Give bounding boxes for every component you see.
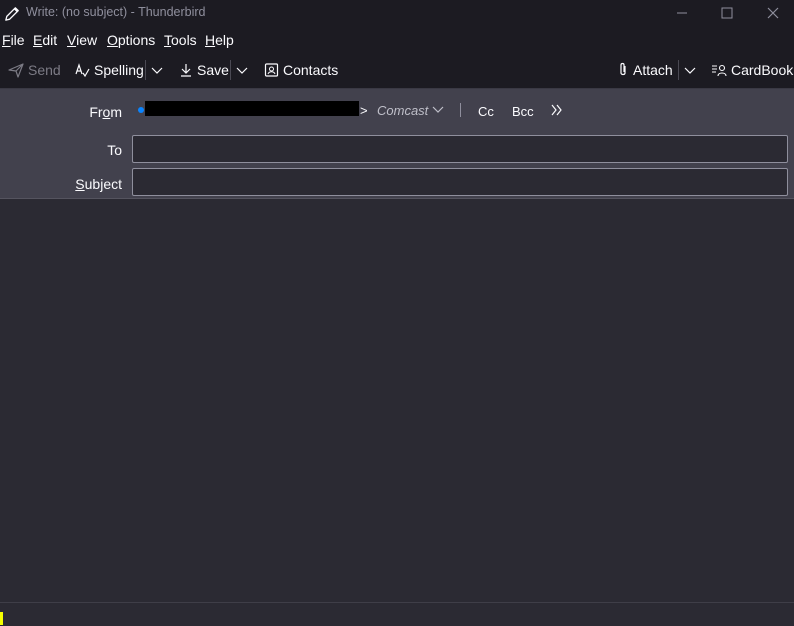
toolbar-divider <box>145 60 146 80</box>
save-label: Save <box>197 62 229 78</box>
menu-bar: File Edit View Options Tools Help <box>0 26 794 52</box>
to-field[interactable] <box>132 135 788 163</box>
to-label: To <box>107 142 122 158</box>
minimize-icon <box>677 12 687 14</box>
from-dropdown-icon[interactable] <box>432 104 444 116</box>
from-account-selector[interactable]: Comcast <box>377 103 428 118</box>
toolbar-divider <box>230 60 231 80</box>
close-icon <box>767 7 779 19</box>
compose-toolbar: Send Spelling Save Contacts Attach CardB… <box>0 52 794 89</box>
toolbar-divider <box>678 60 679 80</box>
window-title: Write: (no subject) - Thunderbird <box>26 5 206 19</box>
more-fields-chevrons-icon[interactable] <box>550 104 564 116</box>
from-label: From <box>89 104 122 120</box>
save-button[interactable]: Save <box>179 52 229 88</box>
spelling-button[interactable]: Spelling <box>74 52 144 88</box>
status-bar <box>0 602 794 626</box>
contact-list-icon <box>712 64 727 77</box>
contacts-button[interactable]: Contacts <box>264 52 338 88</box>
from-address-suffix: > <box>360 103 368 118</box>
attach-button[interactable]: Attach <box>617 52 673 88</box>
send-button[interactable]: Send <box>8 52 61 88</box>
maximize-button[interactable] <box>704 0 750 26</box>
header-divider <box>460 103 461 117</box>
cardbook-label: CardBook <box>731 62 794 78</box>
title-bar: Write: (no subject) - Thunderbird <box>0 0 794 26</box>
send-label: Send <box>28 62 61 78</box>
status-marker <box>0 612 3 625</box>
subject-field[interactable] <box>132 168 788 196</box>
spelling-label: Spelling <box>94 62 144 78</box>
cc-button[interactable]: Cc <box>478 104 494 119</box>
menu-help[interactable]: Help <box>205 32 234 48</box>
menu-file[interactable]: File <box>2 32 25 48</box>
redacted-from-address <box>145 101 359 116</box>
spelling-dropdown-icon[interactable] <box>151 62 163 78</box>
spellcheck-icon <box>75 63 90 78</box>
paperclip-icon <box>620 62 626 76</box>
attach-label: Attach <box>633 62 673 78</box>
save-dropdown-icon[interactable] <box>236 62 248 78</box>
minimize-button[interactable] <box>659 0 705 26</box>
menu-view[interactable]: View <box>67 32 97 48</box>
send-icon <box>8 63 24 78</box>
download-icon <box>181 64 191 77</box>
cardbook-button[interactable]: CardBook <box>711 52 793 88</box>
attach-dropdown-icon[interactable] <box>684 62 696 78</box>
address-book-icon <box>264 63 279 77</box>
identity-dot <box>138 107 144 113</box>
pencil-icon <box>5 7 19 21</box>
message-body-editor[interactable] <box>0 199 794 602</box>
subject-label: Subject <box>75 176 122 192</box>
close-button[interactable] <box>750 0 794 26</box>
menu-edit[interactable]: Edit <box>33 32 57 48</box>
menu-tools[interactable]: Tools <box>164 32 197 48</box>
contacts-label: Contacts <box>283 62 339 78</box>
bcc-button[interactable]: Bcc <box>512 104 534 119</box>
maximize-icon <box>721 7 733 19</box>
menu-options[interactable]: Options <box>107 32 155 48</box>
